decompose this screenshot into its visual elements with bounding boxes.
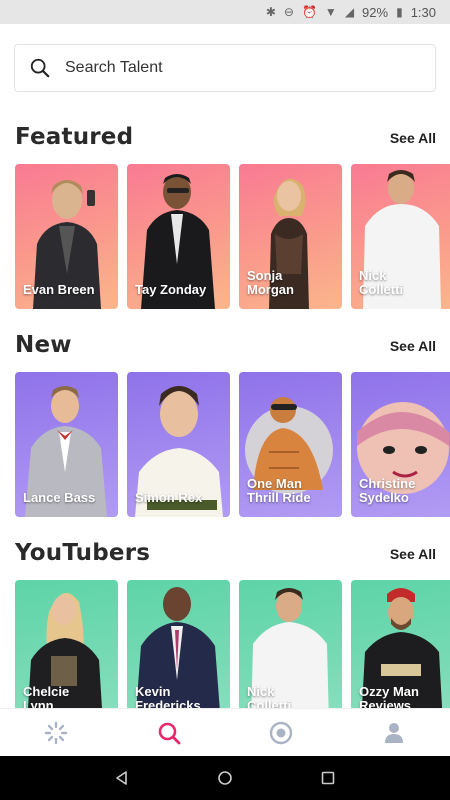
nav-profile[interactable]: [338, 709, 450, 756]
see-all-new-button[interactable]: See All: [390, 338, 436, 354]
section-title: YouTubers: [15, 540, 151, 566]
talent-name: Tay Zonday: [135, 282, 207, 297]
talent-card-lance-bass[interactable]: Lance Bass: [15, 372, 118, 517]
talent-name: Christine Sydelko: [359, 476, 416, 505]
alarm-icon: ⏰: [301, 5, 317, 19]
battery-percent: 92%: [362, 4, 389, 20]
section-youtubers: YouTubers See All Chelcie Lynn Kevin Fre…: [0, 540, 450, 725]
section-featured: Featured See All Evan Breen Tay Zonday S…: [0, 124, 450, 309]
talent-card-nick-colletti-featured[interactable]: Nick Colletti: [351, 164, 450, 309]
nav-record[interactable]: [225, 709, 338, 756]
talent-card-nick-colletti-youtubers[interactable]: Nick Colletti: [239, 580, 342, 725]
nav-home[interactable]: [0, 709, 113, 756]
see-all-youtubers-button[interactable]: See All: [390, 546, 436, 562]
talent-name: Sonja Morgan: [247, 268, 294, 297]
bottom-navigation: [0, 708, 450, 756]
talent-card-ozzy-man-reviews[interactable]: Ozzy Man Reviews: [351, 580, 450, 725]
talent-card-tay-zonday[interactable]: Tay Zonday: [127, 164, 230, 309]
talent-card-kevin-fredericks[interactable]: Kevin Fredericks: [127, 580, 230, 725]
talent-name: Evan Breen: [23, 282, 95, 297]
nav-search[interactable]: [113, 709, 226, 756]
back-icon[interactable]: [114, 770, 130, 786]
section-new: New See All Lance Bass Simon Rex One Man…: [0, 332, 450, 517]
search-input[interactable]: [65, 59, 385, 77]
battery-icon: ▮: [396, 5, 403, 19]
talent-card-chelcie-lynn[interactable]: Chelcie Lynn: [15, 580, 118, 725]
see-all-featured-button[interactable]: See All: [390, 130, 436, 146]
status-bar: ✱ ⊖ ⏰ ▼ ◢ 92% ▮ 1:30: [0, 0, 450, 24]
home-icon[interactable]: [217, 770, 233, 786]
talent-card-simon-rex[interactable]: Simon Rex: [127, 372, 230, 517]
profile-icon: [384, 722, 403, 743]
loading-spinner-icon: [45, 721, 68, 744]
bluetooth-icon: ✱: [265, 5, 276, 19]
search-bar[interactable]: [14, 44, 436, 92]
talent-name: One Man Thrill Ride: [247, 476, 311, 505]
do-not-disturb-icon: ⊖: [283, 5, 294, 19]
search-icon: [158, 722, 181, 744]
search-icon: [30, 58, 50, 78]
section-title: Featured: [15, 124, 134, 150]
wifi-icon: ▼: [324, 5, 337, 19]
talent-name: Lance Bass: [23, 490, 96, 505]
talent-card-sonja-morgan[interactable]: Sonja Morgan: [239, 164, 342, 309]
talent-name: Nick Colletti: [359, 268, 404, 297]
talent-name: Simon Rex: [135, 490, 203, 505]
talent-card-one-man-thrill-ride[interactable]: One Man Thrill Ride: [239, 372, 342, 517]
clock: 1:30: [410, 4, 436, 20]
talent-card-evan-breen[interactable]: Evan Breen: [15, 164, 118, 309]
section-title: New: [15, 332, 72, 358]
recents-icon[interactable]: [320, 770, 336, 786]
system-navigation-bar: [0, 756, 450, 800]
talent-card-christine-sydelko[interactable]: Christine Sydelko: [351, 372, 450, 517]
signal-icon: ◢: [344, 5, 355, 19]
record-target-icon: [270, 721, 293, 744]
